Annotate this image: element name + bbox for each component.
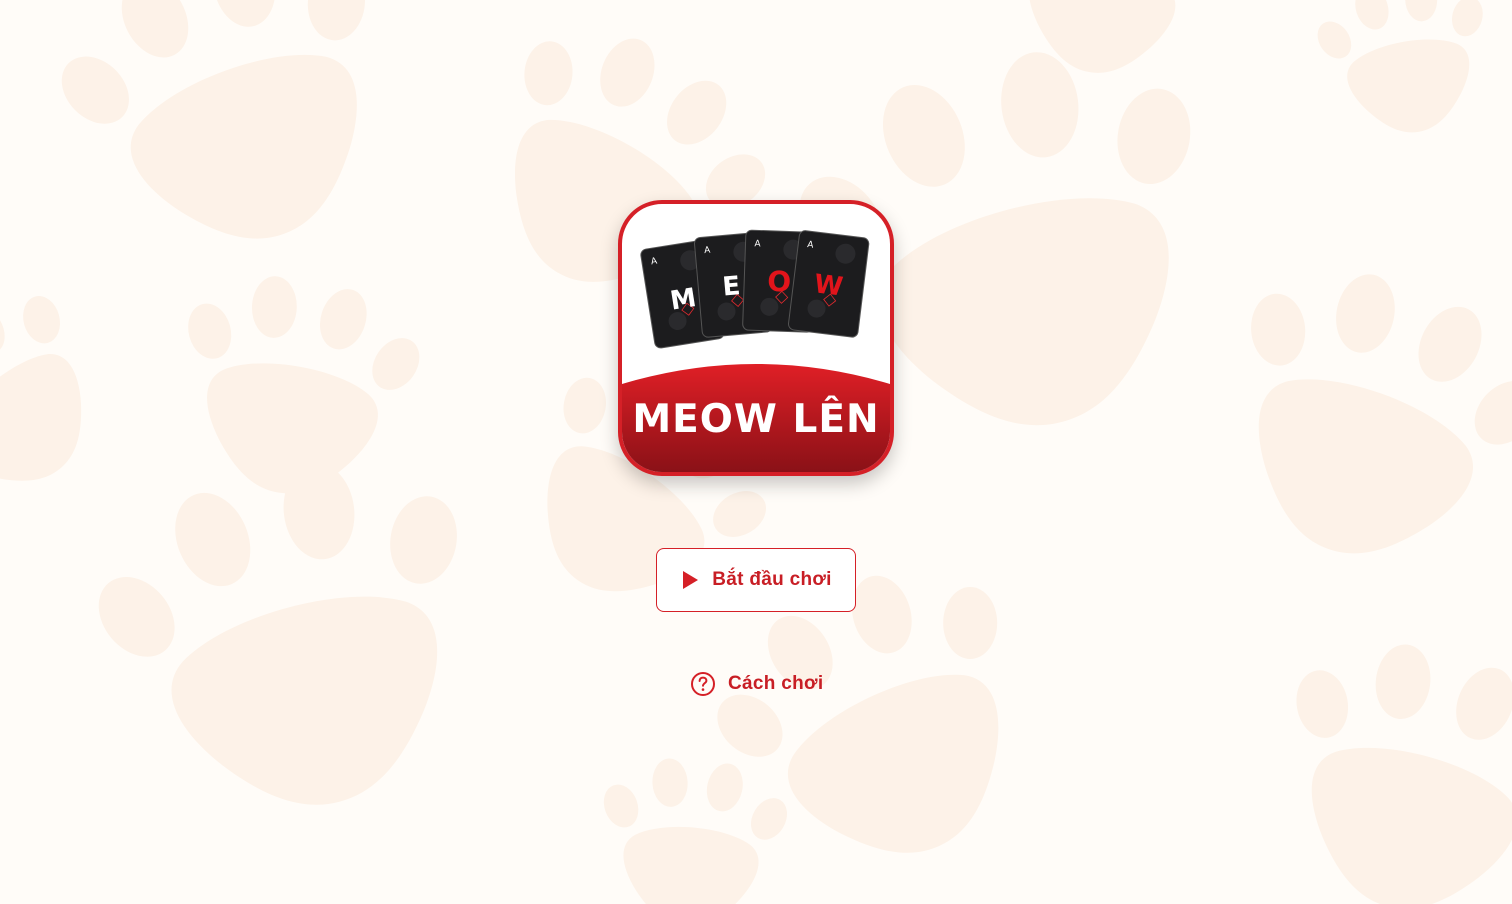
start-game-button[interactable]: Bắt đầu chơi [656,548,856,612]
paw-print [1239,613,1512,904]
playing-card-w: A W [787,229,870,339]
logo-title: MEOW LÊN [632,397,880,442]
help-circle-icon [690,671,716,697]
card-letter: M [668,283,698,317]
card-letter: O [767,265,792,299]
card-letter: E [721,271,741,302]
paw-print [61,423,531,853]
paw-print [0,257,143,538]
app-logo: A M A E A O A W MEOW LÊN [618,200,894,476]
how-to-play-link[interactable]: Cách chơi [690,668,823,700]
start-game-label: Bắt đầu chơi [712,569,832,590]
how-to-play-label: Cách chơi [728,673,824,694]
paw-print [586,750,798,904]
card-letter: W [812,269,844,302]
paw-print [24,0,444,292]
paw-print [1176,233,1512,604]
play-icon [680,570,700,590]
paw-print [1304,0,1508,148]
game-start-screen: A M A E A O A W MEOW LÊN Bắt đầu chơi Cá… [0,0,1512,904]
